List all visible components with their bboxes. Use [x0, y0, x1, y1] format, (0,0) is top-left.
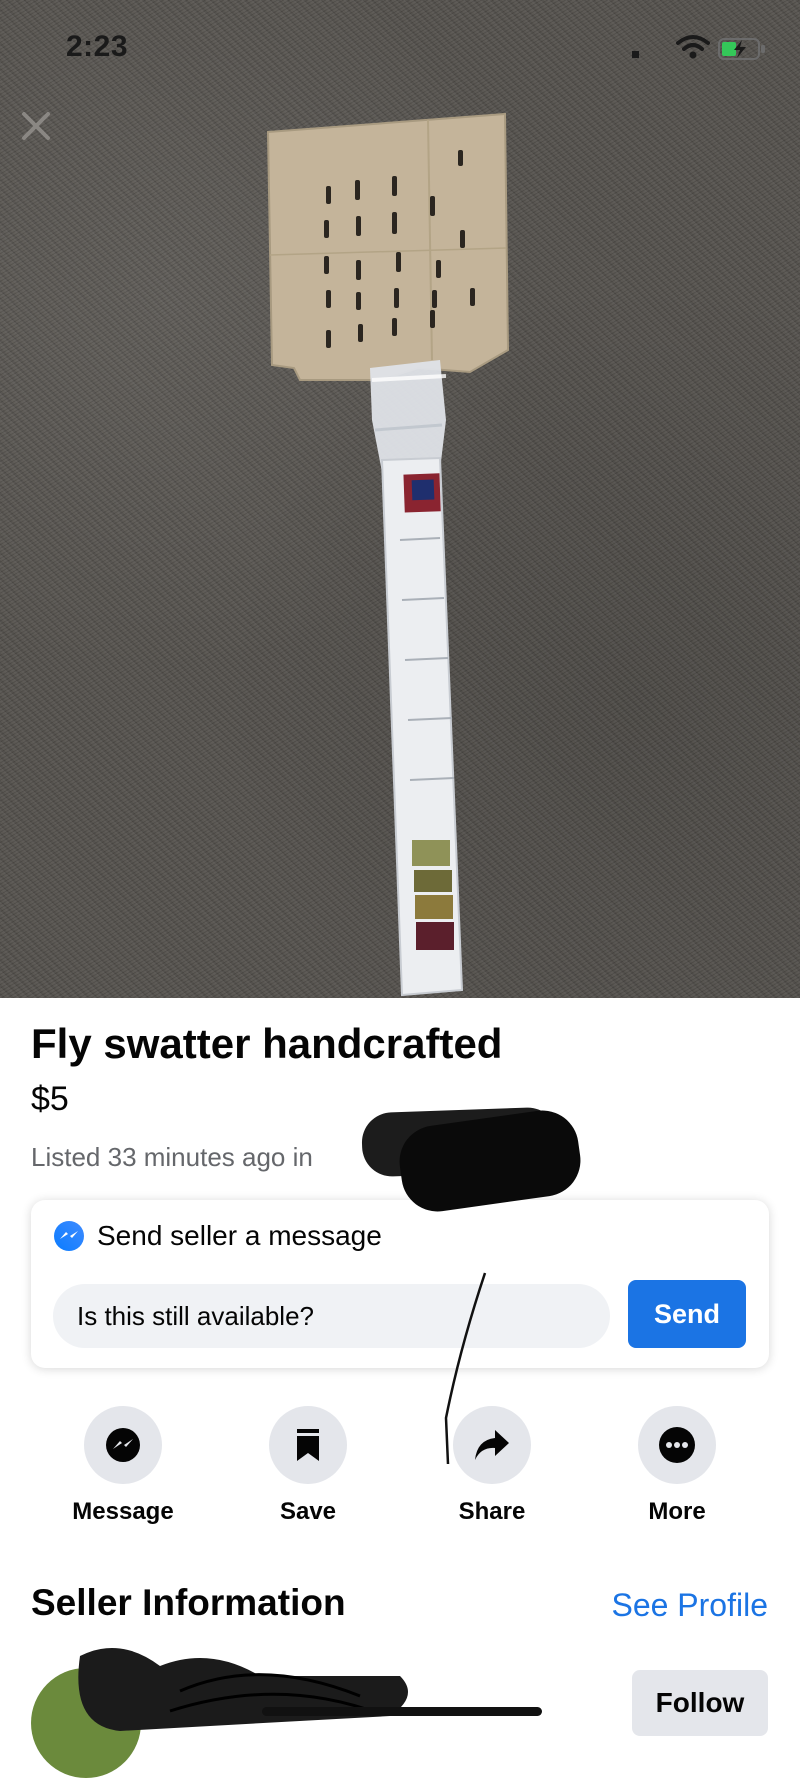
more-action-circle	[638, 1406, 716, 1484]
wifi-icon	[676, 35, 710, 59]
action-label-save: Save	[279, 1498, 337, 1525]
action-label-share: Share	[458, 1498, 526, 1525]
close-icon[interactable]	[14, 104, 58, 148]
seller-info-heading: Seller Information	[31, 1582, 346, 1623]
send-message-card: Send seller a message Send	[31, 1200, 769, 1368]
bookmark-icon	[297, 1429, 319, 1461]
message-action[interactable]: Message	[38, 1406, 208, 1526]
listed-info: Listed 33 minutes ago in	[31, 1142, 313, 1172]
status-bar: 2:23	[0, 0, 800, 96]
status-time: 2:23	[66, 30, 129, 63]
listing-photo[interactable]: 2:23	[0, 0, 800, 998]
listing-price: $5	[31, 1080, 69, 1118]
action-label-more: More	[648, 1498, 706, 1525]
message-action-circle	[84, 1406, 162, 1484]
messenger-icon	[106, 1428, 140, 1462]
action-label-message: Message	[72, 1498, 174, 1525]
redaction-scribble	[78, 1648, 408, 1731]
save-action-circle	[269, 1406, 347, 1484]
send-message-header: Send seller a message	[53, 1220, 382, 1252]
more-action[interactable]: More	[592, 1406, 762, 1526]
share-action[interactable]: Share	[407, 1406, 577, 1526]
fly-swatter-photo	[266, 112, 510, 997]
more-dots-icon	[659, 1427, 695, 1463]
home-indicator	[262, 1707, 542, 1716]
listing-title: Fly swatter handcrafted	[31, 1020, 503, 1067]
message-input[interactable]	[53, 1284, 610, 1348]
share-arrow-icon	[475, 1430, 509, 1460]
follow-button[interactable]: Follow	[632, 1670, 768, 1736]
see-profile-link[interactable]: See Profile	[611, 1587, 768, 1624]
save-action[interactable]: Save	[223, 1406, 393, 1526]
share-action-circle	[453, 1406, 531, 1484]
send-button[interactable]: Send	[628, 1280, 746, 1348]
messenger-icon	[54, 1221, 84, 1251]
battery-charging-icon	[718, 38, 765, 60]
send-message-label: Send seller a message	[97, 1220, 382, 1251]
action-bar: Message Save Share More	[0, 1406, 800, 1536]
signal-icon	[632, 51, 639, 58]
